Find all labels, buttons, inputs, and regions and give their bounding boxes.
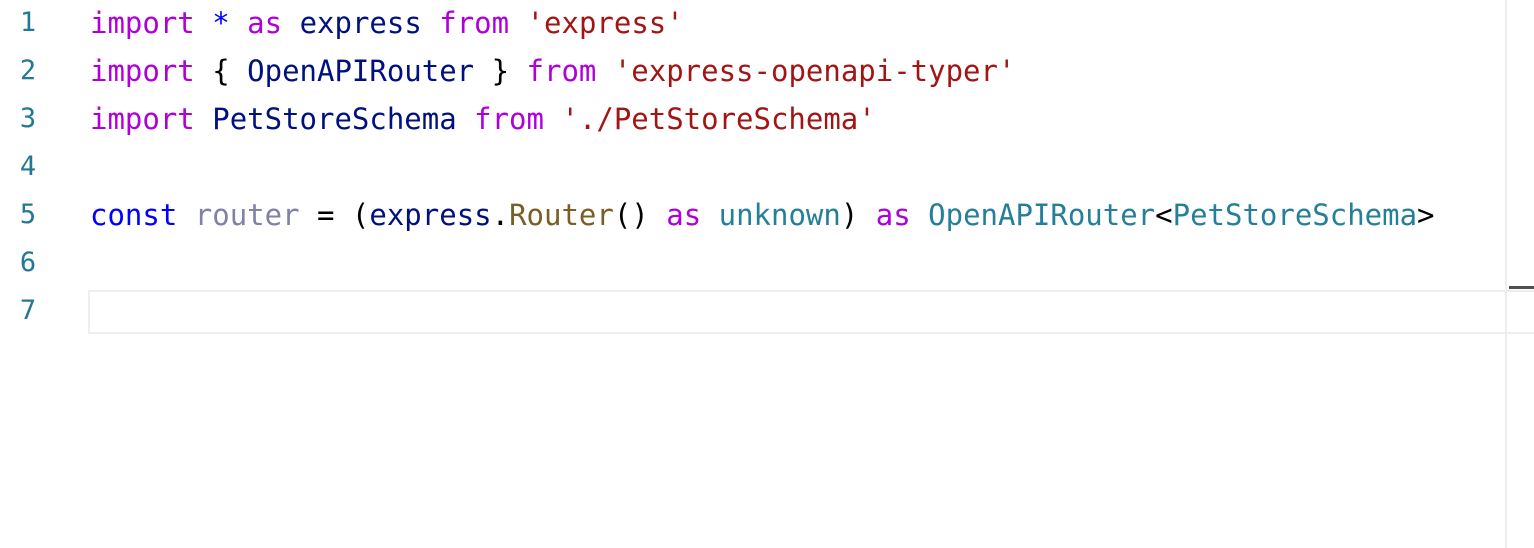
code-text: import { OpenAPIRouter } from 'express-o…: [90, 47, 1015, 95]
code-line[interactable]: 2 import { OpenAPIRouter } from 'express-…: [0, 47, 1507, 95]
token-default: [509, 6, 526, 40]
token-identifier: express: [369, 198, 492, 232]
token-keyword: as: [247, 6, 283, 40]
token-default: [701, 198, 718, 232]
line-number: 6: [19, 247, 37, 278]
token-default: [596, 54, 613, 88]
token-type: PetStoreSchema: [1172, 198, 1418, 232]
token-default: [544, 102, 561, 136]
code-line[interactable]: 5 const router = (express.Router() as unk…: [0, 191, 1507, 239]
code-line[interactable]: 7: [0, 287, 1507, 335]
vertical-scrollbar[interactable]: [1505, 0, 1507, 548]
line-number: 2: [19, 55, 37, 86]
token-default: }: [474, 54, 527, 88]
token-type: unknown: [718, 198, 841, 232]
token-identifier: express: [299, 6, 422, 40]
token-default: [911, 198, 928, 232]
token-function: Router: [509, 198, 614, 232]
token-storage: *: [212, 6, 230, 40]
line-number: 7: [19, 295, 37, 326]
token-identifier: PetStoreSchema: [212, 102, 457, 136]
token-default: [195, 6, 212, 40]
token-type: OpenAPIRouter: [928, 198, 1156, 232]
line-number: 3: [19, 103, 37, 134]
token-default: ): [840, 198, 876, 232]
token-default: [195, 102, 212, 136]
token-keyword: import: [90, 6, 195, 40]
token-default: .: [491, 198, 510, 232]
overview-ruler-cursor-marker: [1509, 286, 1534, 289]
token-string: './PetStoreSchema': [561, 102, 876, 136]
token-default: = (: [299, 198, 370, 232]
code-text: import PetStoreSchema from './PetStoreSc…: [90, 95, 876, 143]
code-text: import * as express from 'express': [90, 0, 684, 47]
token-default: [177, 198, 194, 232]
token-default: >: [1417, 198, 1435, 232]
code-line[interactable]: 6: [0, 239, 1507, 287]
token-identifier: OpenAPIRouter: [247, 54, 475, 88]
line-number: 5: [19, 199, 37, 230]
token-string: 'express': [526, 6, 684, 40]
token-keyword: from: [439, 6, 510, 40]
code-line[interactable]: 4: [0, 143, 1507, 191]
code-text: const router = (express.Router() as unkn…: [90, 191, 1435, 239]
token-storage: const: [90, 198, 178, 232]
token-default: <: [1155, 198, 1173, 232]
code-line[interactable]: 1 import * as express from 'express': [0, 0, 1507, 47]
token-keyword: from: [526, 54, 597, 88]
token-keyword: as: [875, 198, 911, 232]
code-line[interactable]: 3 import PetStoreSchema from './PetStoreS…: [0, 95, 1507, 143]
token-default: {: [194, 54, 248, 88]
code-editor[interactable]: 1 import * as express from 'express' 2 impo…: [0, 0, 1534, 548]
token-keyword: as: [666, 198, 702, 232]
token-default: [457, 102, 474, 136]
token-default: [422, 6, 439, 40]
token-default: [230, 6, 247, 40]
token-keyword: from: [474, 102, 544, 136]
token-keyword: import: [90, 54, 195, 88]
token-default: [282, 6, 299, 40]
line-number: 1: [19, 7, 37, 38]
token-keyword: import: [90, 102, 195, 136]
token-default: (): [613, 198, 667, 232]
token-unused: router: [194, 198, 300, 232]
line-number: 4: [19, 151, 37, 182]
token-string: 'express-openapi-typer': [613, 54, 1016, 88]
